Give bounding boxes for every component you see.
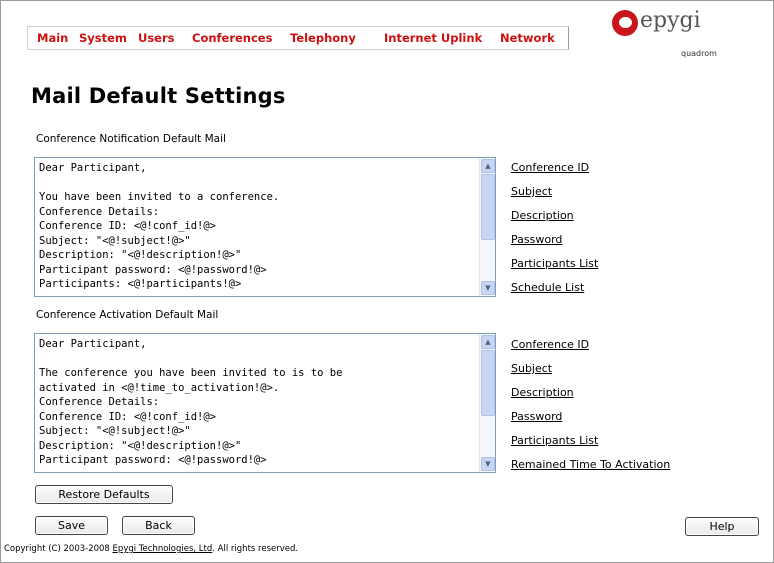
help-button[interactable]: Help	[685, 517, 759, 536]
page-title: Mail Default Settings	[31, 84, 286, 108]
activation-link-conference-id[interactable]: Conference ID	[511, 338, 589, 351]
activation-link-subject[interactable]: Subject	[511, 362, 552, 375]
nav-network[interactable]: Network	[500, 31, 555, 45]
scroll-thumb[interactable]	[481, 174, 495, 240]
scroll-up-icon[interactable]: ▲	[481, 159, 495, 173]
scroll-down-icon[interactable]: ▼	[481, 281, 495, 295]
company-link[interactable]: Epygi Technologies, Ltd	[113, 544, 213, 554]
activation-scrollbar[interactable]: ▲ ▼	[479, 334, 495, 472]
copyright-suffix: . All rights reserved.	[212, 544, 299, 554]
activation-link-password[interactable]: Password	[511, 410, 562, 423]
nav-users[interactable]: Users	[138, 31, 175, 45]
epygi-logo: epygi quadrom	[612, 8, 722, 60]
save-button[interactable]: Save	[35, 516, 108, 535]
scroll-thumb[interactable]	[481, 350, 495, 416]
main-nav: Main System Users Conferences Telephony …	[27, 26, 569, 50]
notification-label: Conference Notification Default Mail	[36, 133, 226, 145]
activation-link-participants-list[interactable]: Participants List	[511, 434, 598, 447]
notification-scrollbar[interactable]: ▲ ▼	[479, 158, 495, 296]
notification-link-description[interactable]: Description	[511, 209, 574, 222]
logo-sub: quadrom	[681, 49, 717, 58]
copyright: Copyright (C) 2003-2008 Epygi Technologi…	[4, 544, 298, 554]
notification-link-subject[interactable]: Subject	[511, 185, 552, 198]
nav-system[interactable]: System	[79, 31, 127, 45]
back-button[interactable]: Back	[122, 516, 195, 535]
nav-telephony[interactable]: Telephony	[290, 31, 356, 45]
copyright-prefix: Copyright (C) 2003-2008	[4, 544, 113, 554]
logo-brand: epygi	[640, 8, 701, 33]
activation-mail-textarea[interactable]: Dear Participant, The conference you hav…	[34, 333, 496, 473]
activation-link-remained-time[interactable]: Remained Time To Activation	[511, 458, 670, 471]
notification-link-conference-id[interactable]: Conference ID	[511, 161, 589, 174]
scroll-up-icon[interactable]: ▲	[481, 335, 495, 349]
notification-mail-text[interactable]: Dear Participant, You have been invited …	[39, 161, 477, 296]
nav-internet-uplink[interactable]: Internet Uplink	[384, 31, 482, 45]
logo-mark-icon	[612, 10, 638, 36]
activation-link-description[interactable]: Description	[511, 386, 574, 399]
nav-conferences[interactable]: Conferences	[192, 31, 272, 45]
notification-link-schedule-list[interactable]: Schedule List	[511, 281, 584, 294]
restore-defaults-button[interactable]: Restore Defaults	[35, 485, 173, 504]
activation-label: Conference Activation Default Mail	[36, 309, 219, 321]
nav-main[interactable]: Main	[37, 31, 68, 45]
notification-mail-textarea[interactable]: Dear Participant, You have been invited …	[34, 157, 496, 297]
scroll-down-icon[interactable]: ▼	[481, 457, 495, 471]
notification-link-participants-list[interactable]: Participants List	[511, 257, 598, 270]
notification-link-password[interactable]: Password	[511, 233, 562, 246]
activation-mail-text[interactable]: Dear Participant, The conference you hav…	[39, 337, 477, 472]
